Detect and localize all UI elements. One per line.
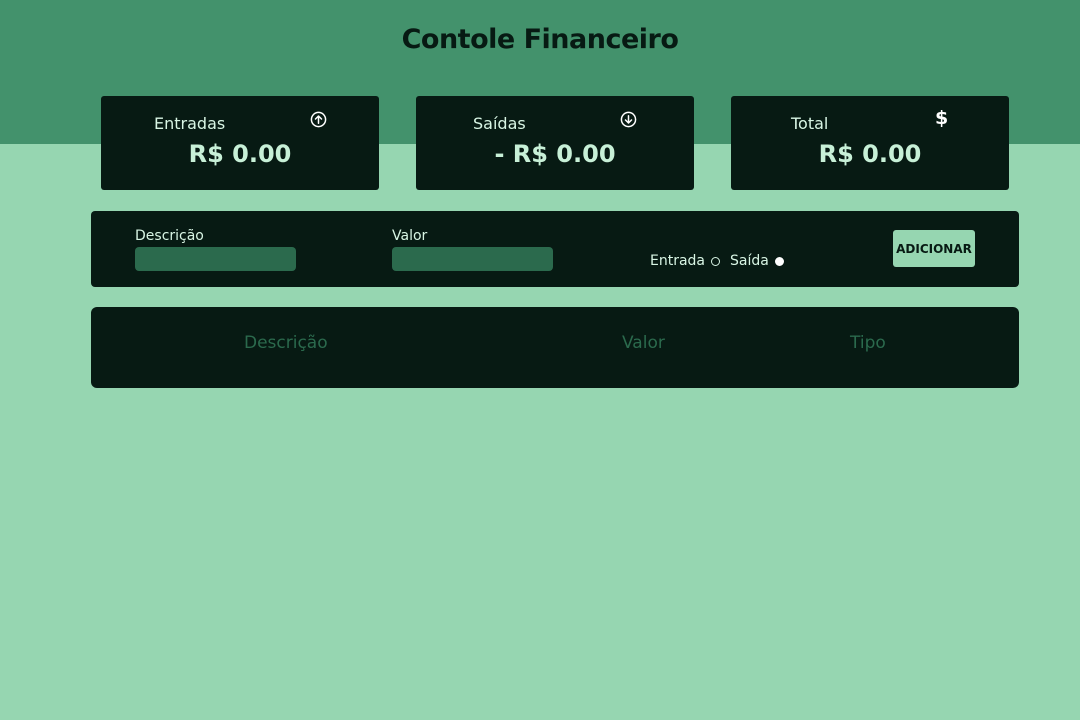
radio-entrada[interactable]: Entrada (650, 253, 721, 269)
transactions-table: Descrição Valor Tipo (91, 307, 1019, 388)
descricao-label: Descrição (135, 228, 204, 244)
arrow-up-circle-icon (310, 111, 327, 128)
radio-entrada-label: Entrada (650, 253, 706, 269)
valor-label: Valor (392, 228, 428, 244)
card-entradas: Entradas R$ 0.00 (101, 96, 379, 190)
valor-input[interactable] (392, 247, 553, 271)
arrow-down-circle-icon (620, 111, 637, 128)
radio-saida[interactable]: Saída (730, 253, 784, 269)
column-header-descricao: Descrição (244, 333, 328, 353)
card-total: Total $ R$ 0.00 (731, 96, 1009, 190)
radio-saida-button[interactable] (774, 256, 784, 266)
card-saidas-value: - R$ 0.00 (494, 140, 616, 168)
column-header-valor: Valor (622, 333, 665, 353)
card-entradas-label: Entradas (154, 114, 226, 133)
transaction-form: Descrição Valor Entrada Saída ADICIONAR (91, 211, 1019, 287)
descricao-input[interactable] (135, 247, 296, 271)
column-header-tipo: Tipo (850, 333, 886, 353)
radio-saida-label: Saída (730, 253, 769, 269)
card-total-value: R$ 0.00 (818, 140, 922, 168)
add-button[interactable]: ADICIONAR (893, 230, 975, 267)
card-entradas-value: R$ 0.00 (188, 140, 292, 168)
card-saidas: Saídas - R$ 0.00 (416, 96, 694, 190)
radio-entrada-button[interactable] (711, 256, 721, 266)
page-title: Contole Financeiro (401, 24, 679, 55)
card-saidas-label: Saídas (473, 114, 526, 133)
card-total-label: Total (791, 114, 829, 133)
dollar-icon: $ (935, 107, 949, 129)
